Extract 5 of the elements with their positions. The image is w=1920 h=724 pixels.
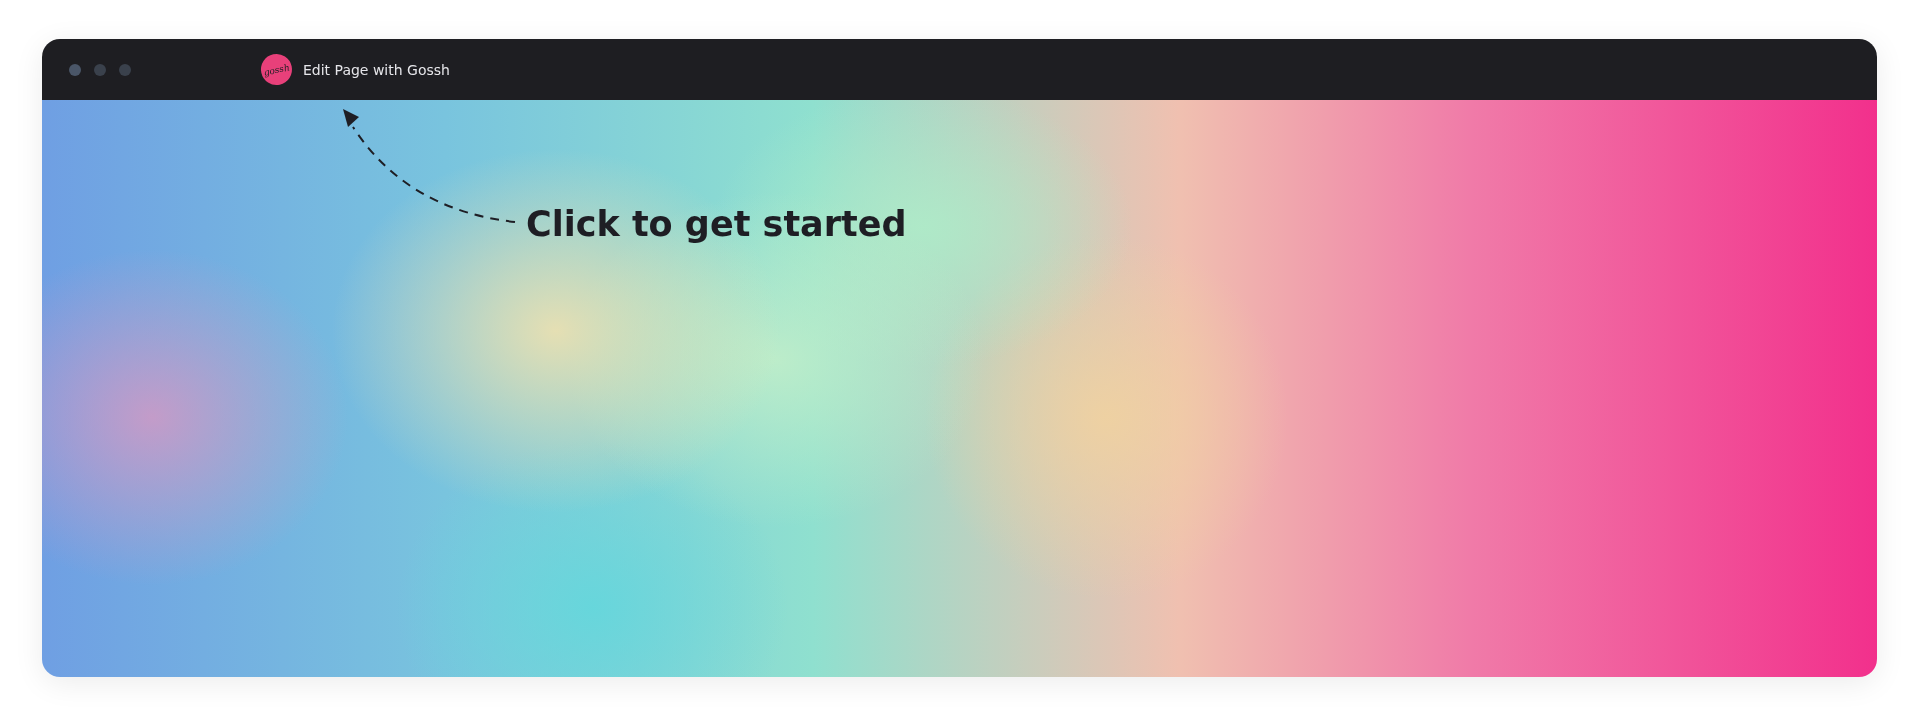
hint-text: Click to get started xyxy=(526,204,907,244)
window-dot[interactable] xyxy=(119,63,131,76)
window-dot[interactable] xyxy=(69,63,81,76)
window-dot[interactable] xyxy=(94,63,106,76)
window-title[interactable]: Edit Page with Gossh xyxy=(303,61,450,78)
